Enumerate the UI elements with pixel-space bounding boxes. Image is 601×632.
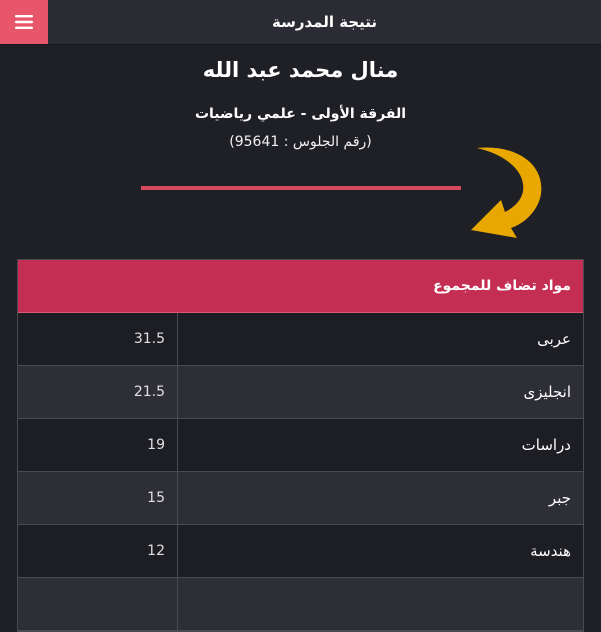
score-cell: 21.5 bbox=[133, 384, 165, 400]
subject-cell: دراسات bbox=[177, 419, 583, 471]
table-row: دراسات 19 bbox=[18, 419, 583, 472]
subject-cell: هندسة bbox=[177, 525, 583, 577]
student-name: منال محمد عبد الله bbox=[202, 58, 399, 82]
score-cell: 12 bbox=[147, 543, 165, 559]
menu-button[interactable] bbox=[0, 0, 48, 44]
table-row: انجليزى 21.5 bbox=[18, 366, 583, 419]
table-row: عربى 31.5 bbox=[18, 313, 583, 366]
score-cell: 31.5 bbox=[133, 331, 165, 347]
table-row: هندسة 12 bbox=[18, 525, 583, 578]
top-bar: نتيجة المدرسة bbox=[0, 0, 601, 45]
subject-cell bbox=[177, 578, 583, 630]
results-table: مواد تضاف للمجموع عربى 31.5 انجليزى 21.5… bbox=[17, 259, 584, 632]
app-title: نتيجة المدرسة bbox=[272, 13, 377, 31]
curved-arrow-icon bbox=[471, 147, 542, 238]
table-row bbox=[18, 578, 583, 631]
score-cell: 15 bbox=[147, 490, 165, 506]
student-class: الفرقة الأولى - علمي رياضيات bbox=[194, 106, 407, 122]
subject-cell: عربى bbox=[177, 313, 583, 365]
subject-cell: جبر bbox=[177, 472, 583, 524]
score-cell: 19 bbox=[147, 437, 165, 453]
hamburger-menu-icon bbox=[15, 15, 33, 29]
table-header: مواد تضاف للمجموع bbox=[18, 260, 583, 313]
score-cell bbox=[18, 578, 177, 630]
subject-cell: انجليزى bbox=[177, 366, 583, 418]
divider bbox=[141, 186, 461, 190]
table-row: جبر 15 bbox=[18, 472, 583, 525]
